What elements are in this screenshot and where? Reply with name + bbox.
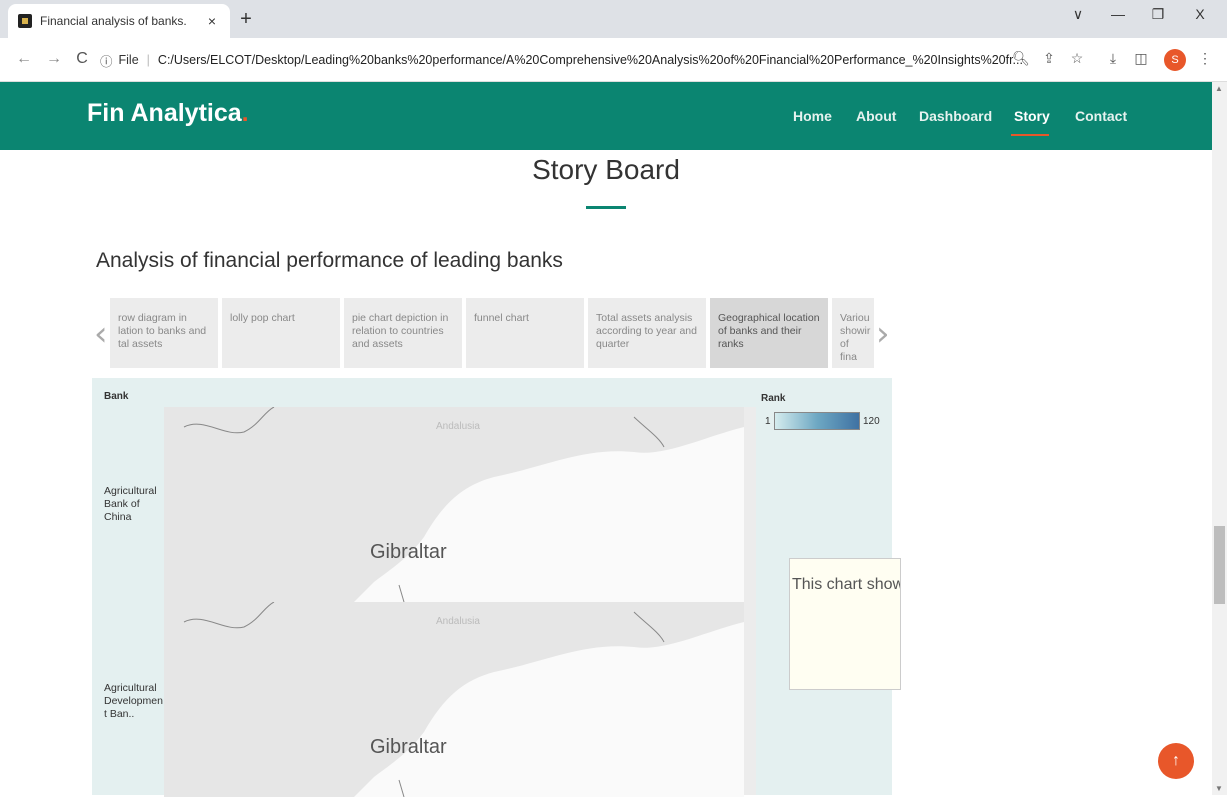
url-text: C:/Users/ELCOT/Desktop/Leading%20banks%2… bbox=[157, 53, 1023, 67]
rank-color-scale bbox=[774, 412, 860, 430]
story-navigator: ‹ row diagram in lation to banks and tal… bbox=[92, 298, 892, 368]
map-visualization: Bank Rank 1 120 Agricultural Bank of Chi… bbox=[92, 378, 892, 797]
bank-row-label: Agricultural Bank of China bbox=[104, 485, 157, 523]
scroll-up-arrow-icon[interactable]: ▲ bbox=[1215, 84, 1223, 93]
bank-row-label: Agricultural Developmen t Ban.. bbox=[104, 682, 163, 720]
story-point-3[interactable]: pie chart depiction in relation to count… bbox=[344, 298, 464, 368]
bookmark-star-icon[interactable]: ☆ bbox=[1068, 50, 1086, 67]
story-point-1[interactable]: row diagram in lation to banks and tal a… bbox=[110, 298, 220, 368]
zoom-icon[interactable]: 🔍︎ bbox=[1012, 50, 1030, 67]
nav-contact[interactable]: Contact bbox=[1075, 108, 1127, 124]
nav-home[interactable]: Home bbox=[793, 108, 832, 124]
menu-kebab-icon[interactable]: ⋮ bbox=[1196, 50, 1214, 67]
back-to-top-button[interactable]: ↑ bbox=[1158, 743, 1194, 779]
brand-logo[interactable]: Fin Analytica. bbox=[87, 99, 249, 128]
restore-button[interactable]: ❐ bbox=[1146, 6, 1170, 23]
back-arrow-icon[interactable]: ← bbox=[14, 50, 34, 68]
site-favicon-icon bbox=[18, 14, 32, 28]
story-caption: This chart show geographical lo of banks… bbox=[789, 558, 901, 690]
story-point-2[interactable]: lolly pop chart bbox=[222, 298, 342, 368]
map-panel[interactable]: Andalusia Gibraltar bbox=[164, 407, 744, 602]
nav-dashboard[interactable]: Dashboard bbox=[919, 108, 992, 124]
page-scrollbar[interactable]: ▲ ▼ bbox=[1212, 82, 1227, 795]
story-point-5[interactable]: Total assets analysis according to year … bbox=[588, 298, 708, 368]
map-region-label: Andalusia bbox=[436, 421, 480, 432]
brand-name: Fin Analytica bbox=[87, 99, 242, 127]
url-input[interactable]: ⓘ File | C:/Users/ELCOT/Desktop/Leading%… bbox=[100, 44, 1100, 76]
share-icon[interactable]: ⇪ bbox=[1040, 50, 1058, 67]
section-title: Analysis of financial performance of lea… bbox=[96, 249, 563, 272]
story-point-6[interactable]: Geographical location of banks and their… bbox=[710, 298, 830, 368]
title-divider bbox=[586, 206, 626, 209]
rank-legend-title: Rank bbox=[761, 393, 786, 404]
window-close-button[interactable]: X bbox=[1188, 6, 1212, 22]
scrollbar-thumb[interactable] bbox=[1214, 526, 1225, 604]
tab-search-chevron-icon[interactable]: ∨ bbox=[1066, 6, 1090, 23]
scroll-down-arrow-icon[interactable]: ▼ bbox=[1215, 784, 1223, 793]
story-next-arrow-icon[interactable]: › bbox=[876, 314, 890, 354]
browser-tab[interactable]: Financial analysis of banks. × bbox=[8, 4, 230, 38]
site-info-icon[interactable]: ⓘ bbox=[100, 51, 113, 70]
map-panel[interactable]: Andalusia Gibraltar bbox=[164, 602, 744, 797]
file-label: File bbox=[118, 53, 139, 67]
reload-icon[interactable]: C bbox=[72, 50, 92, 68]
address-bar: ← → C ⓘ File | C:/Users/ELCOT/Desktop/Le… bbox=[0, 38, 1227, 82]
nav-story[interactable]: Story bbox=[1014, 108, 1050, 124]
map-land-shape bbox=[164, 602, 744, 797]
map-city-label: Gibraltar bbox=[370, 541, 447, 563]
new-tab-button[interactable]: + bbox=[236, 8, 256, 30]
map-city-label: Gibraltar bbox=[370, 736, 447, 758]
rank-legend-max: 120 bbox=[863, 416, 880, 427]
profile-avatar[interactable]: S bbox=[1164, 49, 1186, 71]
active-nav-underline bbox=[1011, 134, 1049, 136]
site-header: Fin Analytica. Home About Dashboard Stor… bbox=[0, 82, 1212, 150]
minimize-button[interactable]: — bbox=[1106, 6, 1130, 22]
brand-dot: . bbox=[241, 99, 249, 127]
story-prev-arrow-icon[interactable]: ‹ bbox=[94, 314, 108, 354]
page-title: Story Board bbox=[532, 154, 680, 185]
side-panel-icon[interactable]: ◫ bbox=[1132, 50, 1150, 67]
map-scrollbar[interactable] bbox=[744, 407, 756, 602]
nav-about[interactable]: About bbox=[856, 108, 896, 124]
omnibox-divider: | bbox=[146, 53, 150, 67]
tab-close-icon[interactable]: × bbox=[204, 13, 220, 29]
download-icon[interactable]: ⤓ bbox=[1104, 50, 1122, 67]
rank-legend-min: 1 bbox=[765, 416, 771, 427]
story-point-7[interactable]: Variou showir of fina bbox=[832, 298, 876, 368]
map-land-shape bbox=[164, 407, 744, 602]
forward-arrow-icon[interactable]: → bbox=[44, 50, 64, 68]
map-region-label: Andalusia bbox=[436, 616, 480, 627]
browser-tab-bar: Financial analysis of banks. × + ∨ — ❐ X bbox=[0, 0, 1227, 38]
map-scrollbar[interactable] bbox=[744, 602, 756, 795]
bank-column-header: Bank bbox=[104, 391, 129, 402]
story-point-4[interactable]: funnel chart bbox=[466, 298, 586, 368]
tab-title: Financial analysis of banks. bbox=[40, 14, 187, 28]
